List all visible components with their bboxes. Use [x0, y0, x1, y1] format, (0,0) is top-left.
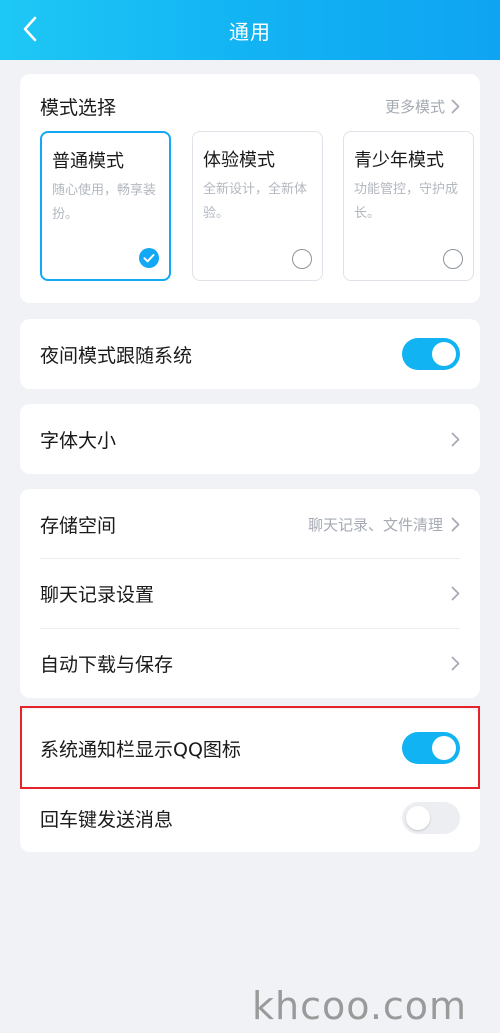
enter-send-label: 回车键发送消息 — [40, 808, 174, 831]
mode-description: 全新设计，全新体验。 — [203, 182, 308, 221]
chat-history-row[interactable]: 聊天记录设置 — [40, 559, 460, 628]
night-mode-card: 夜间模式跟随系统 — [20, 319, 480, 389]
more-modes-link[interactable]: 更多模式 — [385, 96, 460, 117]
enter-send-toggle[interactable] — [402, 802, 460, 834]
toggle-knob — [432, 342, 456, 366]
mode-name: 体验模式 — [203, 150, 275, 171]
mode-section-title: 模式选择 — [40, 96, 117, 119]
night-mode-toggle[interactable] — [402, 338, 460, 370]
mode-selection-card: 模式选择 更多模式 普通模式 随心使用，畅享装扮。 体验模式 全新设计，全新体验… — [20, 74, 480, 303]
night-mode-label: 夜间模式跟随系统 — [40, 344, 193, 367]
more-modes-label: 更多模式 — [384, 97, 445, 116]
chevron-left-icon — [23, 16, 37, 42]
chevron-right-icon — [451, 99, 460, 113]
mode-option-experience[interactable]: 体验模式 全新设计，全新体验。 — [192, 131, 323, 281]
storage-row[interactable]: 存储空间 聊天记录、文件清理 — [40, 489, 460, 559]
back-button[interactable] — [10, 8, 50, 50]
radio-checked-icon[interactable] — [139, 248, 159, 268]
storage-value: 聊天记录、文件清理 — [307, 515, 443, 534]
enter-send-row: 回车键发送消息 — [40, 787, 460, 849]
message-settings-card: 系统通知栏显示QQ图标 回车键发送消息 — [20, 709, 480, 852]
storage-label: 存储空间 — [40, 514, 117, 537]
storage-value-group: 聊天记录、文件清理 — [308, 514, 460, 535]
chat-history-label: 聊天记录设置 — [40, 584, 155, 606]
mode-option-normal[interactable]: 普通模式 随心使用，畅享装扮。 — [40, 131, 171, 281]
storage-settings-card: 存储空间 聊天记录、文件清理 聊天记录设置 自动下载与保存 — [20, 489, 480, 698]
night-mode-row: 夜间模式跟随系统 — [40, 319, 460, 389]
mode-name: 普通模式 — [52, 151, 124, 172]
chevron-right-icon — [451, 586, 460, 601]
mode-option-teen[interactable]: 青少年模式 功能管控，守护成长。 — [343, 131, 474, 281]
notif-icon-row: 系统通知栏显示QQ图标 — [40, 709, 460, 787]
mode-description: 随心使用，畅享装扮。 — [52, 183, 157, 222]
font-size-row[interactable]: 字体大小 — [40, 404, 460, 474]
notif-icon-label: 系统通知栏显示QQ图标 — [40, 738, 241, 761]
font-size-card: 字体大小 — [20, 404, 480, 474]
mode-description: 功能管控，守护成长。 — [354, 182, 459, 221]
toggle-knob — [406, 806, 430, 830]
toggle-knob — [432, 736, 456, 760]
page-title: 通用 — [229, 19, 271, 44]
notif-icon-toggle[interactable] — [402, 732, 460, 764]
font-size-label: 字体大小 — [40, 429, 117, 452]
chevron-right-icon — [451, 432, 460, 446]
mode-name: 青少年模式 — [354, 150, 444, 171]
radio-unchecked-icon[interactable] — [443, 249, 463, 269]
watermark-text: khcoo.com — [252, 984, 468, 1028]
top-bar: 通用 — [0, 0, 500, 60]
auto-download-label: 自动下载与保存 — [40, 654, 174, 676]
mode-section-header: 模式选择 更多模式 — [40, 92, 460, 120]
auto-download-row[interactable]: 自动下载与保存 — [40, 629, 460, 698]
radio-unchecked-icon[interactable] — [292, 249, 312, 269]
chevron-right-icon — [451, 517, 460, 531]
chevron-right-icon — [451, 656, 460, 671]
